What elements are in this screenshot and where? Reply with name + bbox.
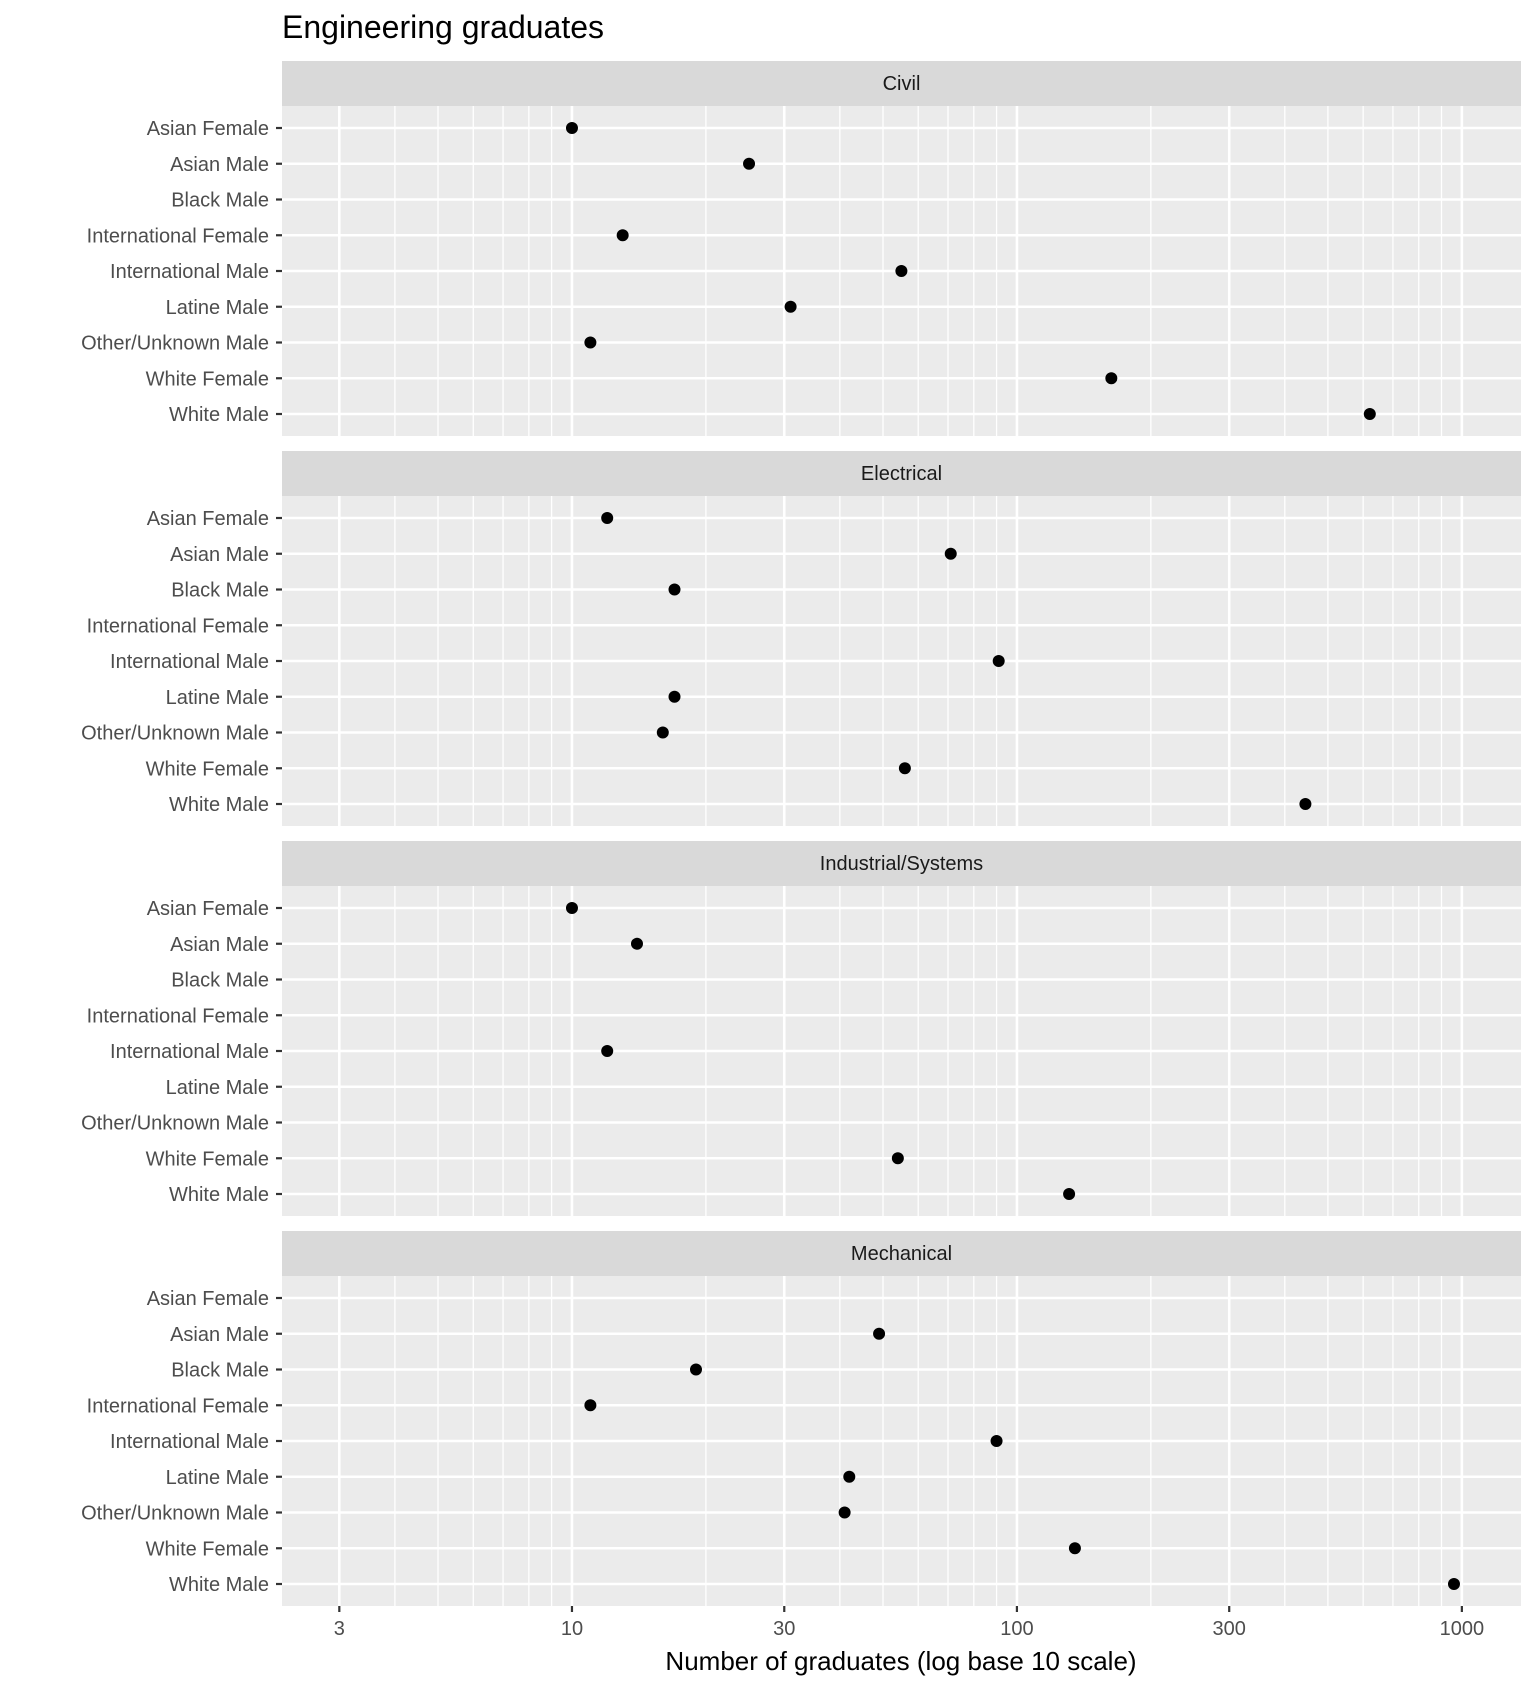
facet-strip-label: Mechanical — [851, 1243, 952, 1265]
y-tick-label: Latine Male — [166, 1077, 269, 1099]
facet-strip-label: Industrial/Systems — [820, 853, 983, 875]
data-point — [992, 655, 1005, 667]
data-point — [944, 547, 957, 560]
y-tick-label: Other/Unknown Male — [81, 333, 269, 355]
data-point — [1363, 408, 1376, 420]
y-tick-label: Asian Male — [170, 1324, 269, 1346]
y-tick-label: White Male — [169, 794, 269, 816]
chart-title: Engineering graduates — [282, 9, 604, 45]
y-tick-label: Asian Female — [147, 508, 269, 530]
facet-panel-civil: Civil Asian Female Asian Male Black Male Int… — [81, 61, 1521, 436]
data-point — [743, 157, 756, 170]
x-axis: 3 10 30 100 300 1000 — [334, 1606, 1484, 1640]
data-point — [990, 1435, 1003, 1447]
y-tick-label: Asian Male — [170, 544, 269, 566]
x-axis-title: Number of graduates (log base 10 scale) — [665, 1646, 1136, 1676]
data-point — [1068, 1542, 1081, 1555]
data-point — [565, 122, 578, 134]
x-tick-label: 10 — [561, 1618, 583, 1640]
y-tick-label: Latine Male — [166, 1467, 269, 1489]
y-tick-label: Asian Female — [147, 118, 269, 140]
facet-panels: Civil Asian Female Asian Male Black Male Int… — [81, 61, 1521, 1606]
data-point — [616, 229, 629, 242]
facet-panel-industrial-systems: Industrial/Systems Asian Female Asian Male… — [81, 841, 1521, 1216]
y-tick-label: International Female — [87, 1395, 269, 1417]
data-point — [843, 1470, 856, 1483]
x-tick-label: 1000 — [1440, 1618, 1485, 1640]
y-tick-label: White Female — [146, 758, 269, 780]
y-tick-label: White Male — [169, 1574, 269, 1596]
y-tick-label: Latine Male — [166, 297, 269, 319]
y-tick-label: White Female — [146, 1148, 269, 1170]
data-point — [873, 1327, 886, 1340]
data-point — [668, 690, 681, 703]
data-point — [584, 336, 597, 349]
x-tick-label: 30 — [773, 1618, 795, 1640]
y-tick-label: White Male — [169, 1184, 269, 1206]
facet-strip-label: Civil — [883, 73, 921, 95]
y-tick-label: White Female — [146, 1538, 269, 1560]
y-tick-label: International Female — [87, 225, 269, 247]
data-point — [601, 512, 614, 524]
y-tick-label: International Female — [87, 1005, 269, 1027]
data-point — [1063, 1188, 1076, 1200]
data-point — [668, 583, 681, 596]
y-tick-label: Asian Female — [147, 1288, 269, 1310]
y-tick-label: Other/Unknown Male — [81, 1113, 269, 1135]
y-tick-label: Black Male — [171, 190, 269, 212]
data-point — [630, 937, 643, 950]
data-point — [1299, 798, 1312, 810]
data-point — [601, 1045, 614, 1057]
data-point — [584, 1399, 597, 1412]
y-tick-label: Other/Unknown Male — [81, 723, 269, 745]
y-tick-label: International Male — [110, 261, 269, 283]
chart: Engineering graduates Civil Asian Female A… — [81, 9, 1521, 1676]
y-tick-label: International Female — [87, 615, 269, 637]
y-tick-label: International Male — [110, 1041, 269, 1063]
y-tick-label: International Male — [110, 1431, 269, 1453]
x-tick-label: 100 — [1000, 1618, 1033, 1640]
data-point — [838, 1506, 851, 1519]
x-tick-label: 300 — [1213, 1618, 1246, 1640]
y-tick-label: Asian Male — [170, 934, 269, 956]
data-point — [784, 300, 797, 313]
facet-strip-label: Electrical — [861, 463, 942, 485]
facet-panel-mechanical: Mechanical Asian Female Asian Male Black Ma… — [81, 1231, 1521, 1606]
y-tick-label: White Female — [146, 368, 269, 390]
y-tick-label: Asian Male — [170, 154, 269, 176]
y-tick-label: International Male — [110, 651, 269, 673]
x-tick-label: 3 — [334, 1618, 345, 1640]
y-tick-label: Black Male — [171, 1360, 269, 1382]
data-point — [1447, 1578, 1460, 1590]
data-point — [891, 1152, 904, 1165]
y-tick-label: Other/Unknown Male — [81, 1503, 269, 1525]
y-tick-label: Black Male — [171, 580, 269, 602]
data-point — [656, 726, 669, 739]
y-tick-label: Latine Male — [166, 687, 269, 709]
data-point — [895, 265, 908, 277]
data-point — [1105, 372, 1118, 385]
facet-panel-electrical: Electrical Asian Female Asian Male Black Ma… — [81, 451, 1521, 826]
data-point — [565, 902, 578, 914]
y-tick-label: Asian Female — [147, 898, 269, 920]
y-tick-label: Black Male — [171, 970, 269, 992]
y-tick-label: White Male — [169, 404, 269, 426]
data-point — [690, 1363, 703, 1376]
data-point — [898, 762, 911, 775]
